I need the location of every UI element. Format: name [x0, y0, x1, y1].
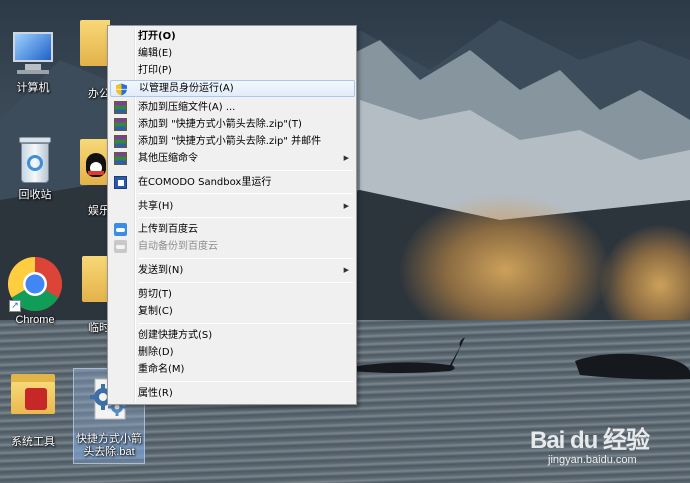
- menu-item-label: 重命名(M): [138, 364, 185, 375]
- menu-item-label: 添加到 "快捷方式小箭头去除.zip"(T): [138, 119, 302, 130]
- context-menu: 打开(O) 编辑(E) 打印(P) 以管理员身份运行(A) 添加到压缩文件(A)…: [107, 25, 357, 405]
- menu-item-label: 其他压缩命令: [138, 153, 198, 164]
- menu-item-label: 打印(P): [138, 65, 172, 76]
- menu-item-other-compress[interactable]: 其他压缩命令 ▶: [110, 150, 355, 167]
- menu-item-label: 在COMODO Sandbox里运行: [138, 177, 272, 188]
- folder-icon: [7, 366, 59, 418]
- menu-item-upload-baidu-cloud[interactable]: 上传到百度云: [110, 221, 355, 238]
- desktop-icon-chrome[interactable]: ↗ Chrome: [5, 256, 65, 327]
- menu-item-label: 发送到(N): [138, 265, 184, 276]
- menu-item-label: 共享(H): [138, 201, 174, 212]
- menu-item-label: 复制(C): [138, 306, 173, 317]
- menu-separator: [138, 323, 353, 324]
- baidu-cloud-icon: [114, 240, 127, 253]
- desktop-icon-computer[interactable]: 计算机: [3, 28, 63, 95]
- chrome-icon: ↗: [7, 256, 63, 312]
- recycle-bin-icon: [9, 135, 61, 187]
- menu-item-label: 属性(R): [138, 388, 173, 399]
- watermark-url: jingyan.baidu.com: [548, 454, 637, 466]
- submenu-arrow-icon: ▶: [343, 154, 349, 162]
- desktop-icon-label: 系统工具: [11, 436, 55, 448]
- menu-item-auto-backup-baidu-cloud: 自动备份到百度云: [110, 238, 355, 255]
- winrar-icon: [114, 135, 127, 148]
- menu-item-label: 以管理员身份运行(A): [139, 83, 234, 94]
- winrar-icon: [114, 101, 127, 114]
- menu-item-label: 打开(O): [138, 31, 176, 42]
- menu-item-delete[interactable]: 删除(D): [110, 344, 355, 361]
- desktop-icon-label: 回收站: [18, 189, 52, 201]
- winrar-icon: [114, 152, 127, 165]
- menu-item-add-to-archive[interactable]: 添加到压缩文件(A) ...: [110, 99, 355, 116]
- menu-separator: [138, 381, 353, 382]
- comodo-icon: [114, 176, 127, 189]
- desktop-icon-label: 快捷方式小箭头去除.bat: [74, 433, 144, 459]
- menu-item-cut[interactable]: 剪切(T): [110, 286, 355, 303]
- watermark-logo: Bai du 经验: [530, 427, 650, 454]
- desktop-icon-label: 计算机: [16, 82, 50, 94]
- menu-item-create-shortcut[interactable]: 创建快捷方式(S): [110, 327, 355, 344]
- menu-item-copy[interactable]: 复制(C): [110, 303, 355, 320]
- tools-badge-icon: [25, 388, 47, 410]
- menu-item-label: 自动备份到百度云: [138, 241, 218, 252]
- qq-penguin-icon: [86, 153, 106, 177]
- menu-item-comodo-sandbox[interactable]: 在COMODO Sandbox里运行: [110, 174, 355, 191]
- desktop-icon-recycle-bin[interactable]: 回收站: [5, 135, 65, 202]
- menu-item-label: 添加到压缩文件(A) ...: [138, 102, 236, 113]
- menu-item-edit[interactable]: 编辑(E): [110, 45, 355, 62]
- shortcut-arrow-icon: ↗: [9, 300, 21, 312]
- menu-item-open[interactable]: 打开(O): [110, 28, 355, 45]
- folder-icon: [80, 20, 110, 66]
- menu-separator: [138, 170, 353, 171]
- menu-separator: [138, 193, 353, 194]
- menu-item-add-to-zip-and-email[interactable]: 添加到 "快捷方式小箭头去除.zip" 并邮件: [110, 133, 355, 150]
- uac-shield-icon: [115, 83, 128, 96]
- menu-item-label: 添加到 "快捷方式小箭头去除.zip" 并邮件: [138, 136, 322, 147]
- menu-item-label: 剪切(T): [138, 289, 172, 300]
- menu-item-add-to-zip[interactable]: 添加到 "快捷方式小箭头去除.zip"(T): [110, 116, 355, 133]
- desktop-icon-label: Chrome: [15, 314, 55, 326]
- submenu-arrow-icon: ▶: [343, 202, 349, 210]
- winrar-icon: [114, 118, 127, 131]
- desktop-icon-system-tools[interactable]: 系统工具: [3, 366, 63, 449]
- menu-separator: [138, 217, 353, 218]
- submenu-arrow-icon: ▶: [343, 266, 349, 274]
- menu-item-rename[interactable]: 重命名(M): [110, 361, 355, 378]
- baidu-jingyan-watermark: Bai du 经验 jingyan.baidu.com: [528, 420, 688, 480]
- baidu-cloud-icon: [114, 223, 127, 236]
- menu-item-print[interactable]: 打印(P): [110, 62, 355, 79]
- menu-item-label: 创建快捷方式(S): [138, 330, 213, 341]
- menu-item-label: 删除(D): [138, 347, 174, 358]
- menu-item-send-to[interactable]: 发送到(N) ▶: [110, 262, 355, 279]
- menu-item-label: 上传到百度云: [138, 224, 198, 235]
- orca-fins: [350, 337, 690, 380]
- computer-icon: [7, 28, 59, 80]
- menu-item-properties[interactable]: 属性(R): [110, 385, 355, 402]
- menu-separator: [138, 258, 353, 259]
- menu-item-label: 编辑(E): [138, 48, 173, 59]
- menu-separator: [138, 282, 353, 283]
- menu-item-run-as-admin[interactable]: 以管理员身份运行(A): [110, 80, 355, 97]
- menu-item-share[interactable]: 共享(H) ▶: [110, 198, 355, 215]
